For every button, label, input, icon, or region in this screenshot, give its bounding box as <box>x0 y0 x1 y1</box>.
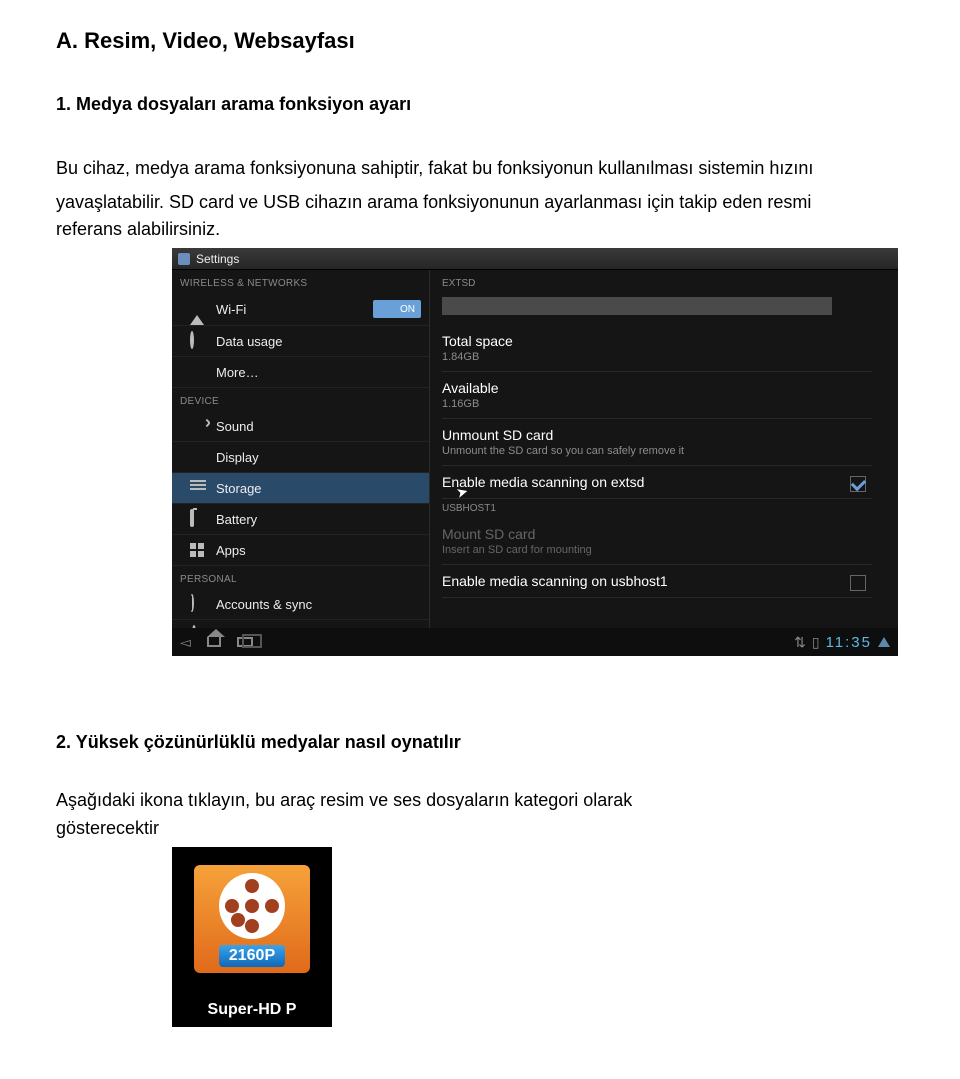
section-heading-a: A. Resim, Video, Websayfası <box>56 28 904 54</box>
menu-storage-label: Storage <box>216 481 421 496</box>
settings-app-icon <box>178 253 190 265</box>
scan-extsd-row[interactable]: Enable media scanning on extsd <box>442 466 872 499</box>
superhd-icon-label: Super-HD P <box>172 1001 332 1019</box>
resolution-badge: 2160P <box>219 945 285 967</box>
storage-icon <box>190 480 206 496</box>
film-reel-icon <box>219 873 285 939</box>
scan-extsd-title: Enable media scanning on extsd <box>442 474 872 490</box>
reference-text: referans alabilirsiniz. <box>56 219 220 239</box>
nav-status-icon: ⇅ <box>794 634 806 651</box>
menu-storage[interactable]: Storage <box>172 473 429 504</box>
unmount-title: Unmount SD card <box>442 427 872 443</box>
available-value: 1.16GB <box>442 398 872 410</box>
menu-datausage-label: Data usage <box>216 334 421 349</box>
menu-sound[interactable]: Sound <box>172 411 429 442</box>
sound-icon <box>190 418 206 434</box>
mount-sd-row: Mount SD card Insert an SD card for moun… <box>442 518 872 565</box>
total-space-title: Total space <box>442 333 872 349</box>
menu-accounts-label: Accounts & sync <box>216 597 421 612</box>
available-row[interactable]: Available 1.16GB <box>442 372 872 419</box>
menu-battery[interactable]: Battery <box>172 504 429 535</box>
section-heading-1: 1. Medya dosyaları arama fonksiyon ayarı <box>56 94 904 115</box>
settings-right-column: EXTSD Total space 1.84GB Available 1.16G… <box>430 270 898 651</box>
paragraph-2: Aşağıdaki ikona tıklayın, bu araç resim … <box>56 783 904 817</box>
more-icon <box>190 364 206 380</box>
gosterecektir-text: gösterecektir <box>56 818 159 838</box>
unmount-row[interactable]: Unmount SD card Unmount the SD card so y… <box>442 419 872 466</box>
menu-battery-label: Battery <box>216 512 421 527</box>
unmount-sub: Unmount the SD card so you can safely re… <box>442 445 872 457</box>
usbhost-header: USBHOST1 <box>442 499 898 518</box>
settings-left-column: WIRELESS & NETWORKS Wi-Fi ON Data usage … <box>172 270 430 651</box>
section-heading-2: 2. Yüksek çözünürlüklü medyalar nasıl oy… <box>56 732 904 753</box>
nav-home-icon[interactable] <box>207 634 221 651</box>
menu-more[interactable]: More… <box>172 357 429 388</box>
settings-topbar: Settings <box>172 248 898 270</box>
apps-icon <box>190 542 206 558</box>
nav-back-icon[interactable]: ◅ <box>180 634 191 651</box>
paragraph-1: Bu cihaz, medya arama fonksiyonuna sahip… <box>56 151 904 219</box>
mount-sd-title: Mount SD card <box>442 526 872 542</box>
display-icon <box>190 449 206 465</box>
menu-accounts[interactable]: Accounts & sync <box>172 589 429 620</box>
menu-sound-label: Sound <box>216 419 421 434</box>
menu-apps-label: Apps <box>216 543 421 558</box>
nav-clock: 11:35 <box>826 634 872 651</box>
battery-icon <box>190 511 206 527</box>
sync-icon <box>190 596 206 612</box>
total-space-row[interactable]: Total space 1.84GB <box>442 325 872 372</box>
menu-display[interactable]: Display <box>172 442 429 473</box>
scan-usbhost-title: Enable media scanning on usbhost1 <box>442 573 872 589</box>
datausage-icon <box>190 333 206 349</box>
scan-usbhost-row[interactable]: Enable media scanning on usbhost1 <box>442 565 872 598</box>
menu-apps[interactable]: Apps <box>172 535 429 566</box>
menu-wifi-label: Wi-Fi <box>216 302 373 317</box>
menu-wifi[interactable]: Wi-Fi ON <box>172 293 429 326</box>
storage-bar <box>442 297 832 315</box>
mount-sd-sub: Insert an SD card for mounting <box>442 544 872 556</box>
section-wireless: WIRELESS & NETWORKS <box>172 270 429 293</box>
wifi-icon <box>190 301 206 317</box>
menu-more-label: More… <box>216 365 421 380</box>
superhd-app-icon[interactable]: 2160P Super-HD P <box>172 847 332 1027</box>
available-title: Available <box>442 380 872 396</box>
nav-sd-icon: ▯ <box>812 634 820 651</box>
total-space-value: 1.84GB <box>442 351 872 363</box>
superhd-icon-graphic: 2160P <box>194 865 310 973</box>
scan-extsd-checkbox[interactable] <box>850 476 866 492</box>
nav-wifi-icon <box>878 637 890 647</box>
settings-screenshot: Settings WIRELESS & NETWORKS Wi-Fi ON Da… <box>172 248 898 656</box>
wifi-toggle[interactable]: ON <box>373 300 421 318</box>
section-personal: PERSONAL <box>172 566 429 589</box>
menu-datausage[interactable]: Data usage <box>172 326 429 357</box>
extsd-header: EXTSD <box>442 274 898 293</box>
nav-recent-icon[interactable] <box>237 634 253 651</box>
menu-display-label: Display <box>216 450 421 465</box>
section-device: DEVICE <box>172 388 429 411</box>
scan-usbhost-checkbox[interactable] <box>850 575 866 591</box>
settings-title: Settings <box>196 252 239 266</box>
android-navbar: ◅ ⇅ ▯ 11:35 <box>172 628 898 656</box>
